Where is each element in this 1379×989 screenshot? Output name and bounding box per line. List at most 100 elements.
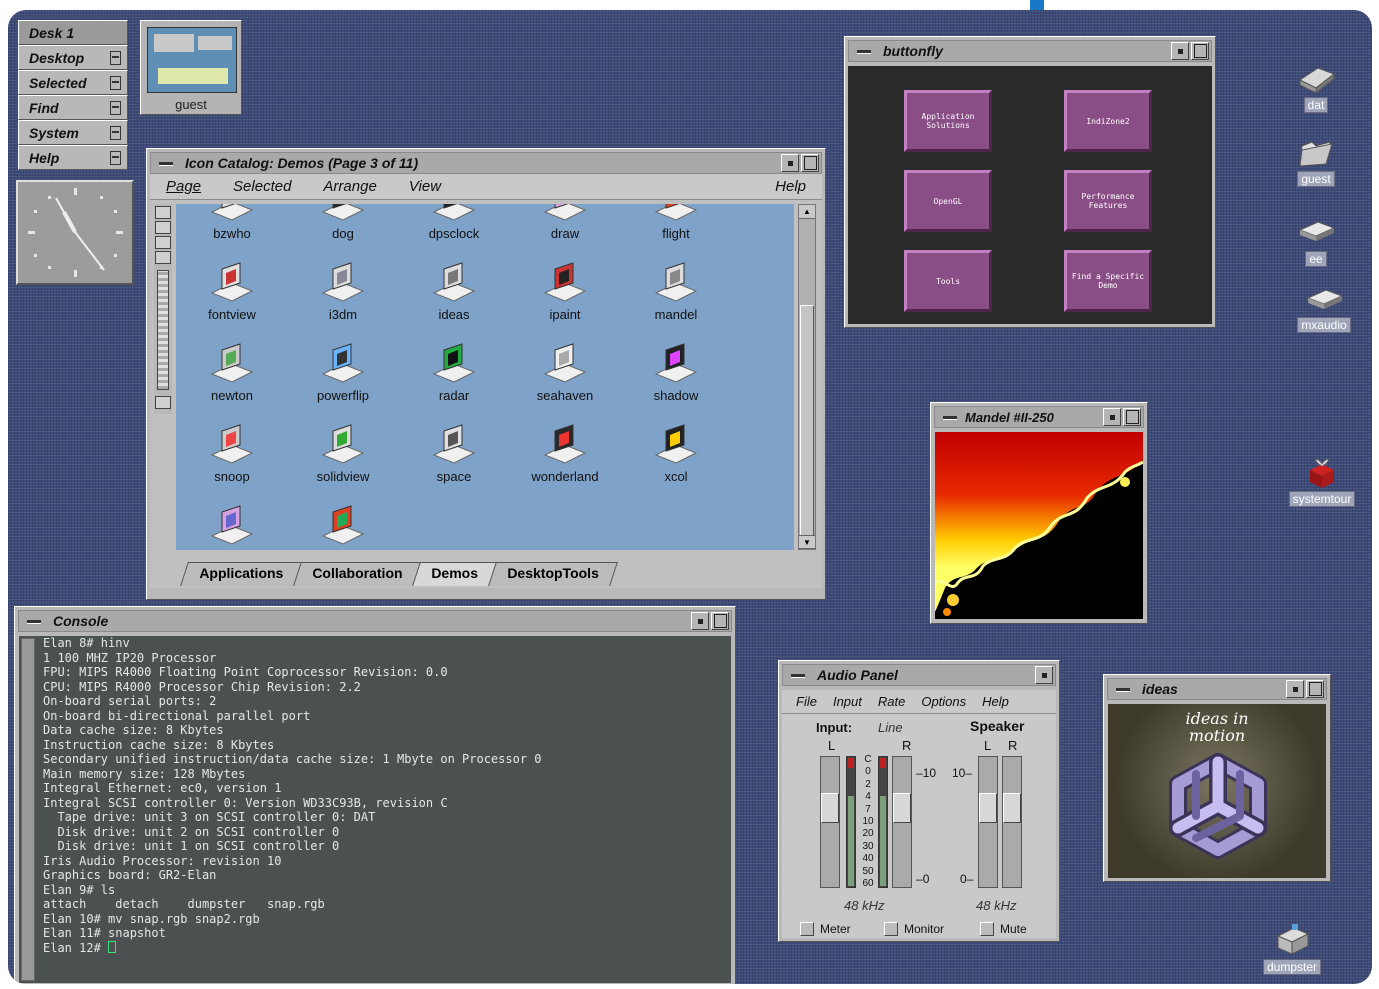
catalog-icon-newton[interactable]: newton xyxy=(182,340,282,403)
mandel-titlebar[interactable]: Mandel #II-250 xyxy=(934,406,1144,428)
slider-knob[interactable] xyxy=(821,793,839,823)
buttonfly-tools-button[interactable]: Tools xyxy=(904,250,992,312)
window-menu-icon[interactable] xyxy=(787,667,809,683)
catalog-tool-icon[interactable] xyxy=(155,221,171,234)
desktop-icon-dumpster[interactable]: dumpster xyxy=(1252,922,1332,976)
audio-menu-file[interactable]: File xyxy=(796,694,817,709)
audio-panel-titlebar[interactable]: Audio Panel xyxy=(782,664,1056,686)
menu-arrange[interactable]: Arrange xyxy=(323,178,376,195)
speaker-right-slider[interactable] xyxy=(1002,756,1022,888)
catalog-icon-radar[interactable]: radar xyxy=(404,340,504,403)
maximize-button[interactable] xyxy=(1191,42,1209,60)
mute-checkbox[interactable] xyxy=(980,922,994,936)
monitor-checkbox[interactable] xyxy=(884,922,898,936)
catalog-icon-xtalk[interactable]: xtalk xyxy=(293,502,393,550)
window-menu-icon[interactable] xyxy=(1112,681,1134,697)
catalog-scrollbar[interactable]: ▲ ▼ xyxy=(798,204,816,550)
catalog-size-slider[interactable] xyxy=(157,270,169,390)
catalog-tool-icon[interactable] xyxy=(155,396,171,409)
catalog-icon-xcol[interactable]: xcol xyxy=(626,421,726,484)
ideas-titlebar[interactable]: ideas xyxy=(1107,678,1327,700)
input-value[interactable]: Line xyxy=(878,720,903,735)
guest-desk-thumbnail[interactable]: guest xyxy=(140,20,242,115)
buttonfly-application-solutions-button[interactable]: Application Solutions xyxy=(904,90,992,152)
tab-demos[interactable]: Demos xyxy=(412,562,497,586)
minimize-button[interactable] xyxy=(1035,666,1053,684)
audio-menu-input[interactable]: Input xyxy=(833,694,862,709)
maximize-button[interactable] xyxy=(711,612,729,630)
scroll-down-icon[interactable]: ▼ xyxy=(799,535,815,549)
minimize-button[interactable] xyxy=(1171,42,1189,60)
menu-page[interactable]: Page xyxy=(166,178,201,195)
console-scrollbar[interactable] xyxy=(21,638,35,981)
desk-menu-find[interactable]: Find xyxy=(18,95,128,120)
window-menu-icon[interactable] xyxy=(853,43,875,59)
buttonfly-indizone2-button[interactable]: IndiZone2 xyxy=(1064,90,1152,152)
slider-knob[interactable] xyxy=(979,793,997,823)
catalog-icon-ipaint[interactable]: ipaint xyxy=(515,259,615,322)
catalog-tool-icon[interactable] xyxy=(155,206,171,219)
minimize-button[interactable] xyxy=(1103,408,1121,426)
buttonfly-find-demo-button[interactable]: Find a Specific Demo xyxy=(1064,250,1152,312)
meter-checkbox[interactable] xyxy=(800,922,814,936)
catalog-icon-shadow[interactable]: shadow xyxy=(626,340,726,403)
desktop-icon-systemtour[interactable]: systemtour xyxy=(1282,454,1362,508)
tab-applications[interactable]: Applications xyxy=(180,562,302,586)
catalog-icon-solidview[interactable]: solidview xyxy=(293,421,393,484)
catalog-icon-xmj[interactable]: xmj xyxy=(182,502,282,550)
catalog-icon-powerflip[interactable]: powerflip xyxy=(293,340,393,403)
speaker-left-slider[interactable] xyxy=(978,756,998,888)
desk-menu-header[interactable]: Desk 1 xyxy=(18,20,128,45)
menu-view[interactable]: View xyxy=(409,178,441,195)
buttonfly-titlebar[interactable]: buttonfly xyxy=(848,40,1212,62)
catalog-tool-icon[interactable] xyxy=(155,251,171,264)
desktop-icon-ee[interactable]: ee xyxy=(1276,214,1356,268)
menu-selected[interactable]: Selected xyxy=(233,178,291,195)
slider-knob[interactable] xyxy=(893,793,911,823)
menu-help[interactable]: Help xyxy=(775,178,806,195)
input-right-slider[interactable] xyxy=(892,756,912,888)
audio-menu-help[interactable]: Help xyxy=(982,694,1009,709)
tab-desktoptools[interactable]: DesktopTools xyxy=(488,562,618,586)
icon-catalog-titlebar[interactable]: Icon Catalog: Demos (Page 3 of 11) xyxy=(150,152,822,174)
input-left-slider[interactable] xyxy=(820,756,840,888)
desk-menu-help[interactable]: Help xyxy=(18,145,128,170)
minimize-button[interactable] xyxy=(1286,680,1304,698)
maximize-button[interactable] xyxy=(801,154,819,172)
window-menu-icon[interactable] xyxy=(939,409,961,425)
slider-knob[interactable] xyxy=(1003,793,1021,823)
tab-collaboration[interactable]: Collaboration xyxy=(293,562,422,586)
maximize-button[interactable] xyxy=(1123,408,1141,426)
audio-menu-rate[interactable]: Rate xyxy=(878,694,905,709)
buttonfly-performance-features-button[interactable]: Performance Features xyxy=(1064,170,1152,232)
buttonfly-opengl-button[interactable]: OpenGL xyxy=(904,170,992,232)
catalog-tool-icon[interactable] xyxy=(155,236,171,249)
console-titlebar[interactable]: Console xyxy=(18,610,732,632)
maximize-button[interactable] xyxy=(1306,680,1324,698)
console-terminal[interactable]: Elan 8# hinv 1 100 MHZ IP20 Processor FP… xyxy=(19,636,731,983)
catalog-icon-flight[interactable]: flight xyxy=(626,204,726,241)
desktop-icon-mxaudio[interactable]: mxaudio xyxy=(1284,280,1364,334)
window-menu-icon[interactable] xyxy=(155,155,177,171)
catalog-icon-fontview[interactable]: fontview xyxy=(182,259,282,322)
window-menu-icon[interactable] xyxy=(23,613,45,629)
desk-menu-system[interactable]: System xyxy=(18,120,128,145)
catalog-icon-draw[interactable]: draw xyxy=(515,204,615,241)
catalog-icon-seahaven[interactable]: seahaven xyxy=(515,340,615,403)
minimize-button[interactable] xyxy=(781,154,799,172)
desktop-icon-dat[interactable]: dat xyxy=(1276,60,1356,114)
desk-menu-desktop[interactable]: Desktop xyxy=(18,45,128,70)
catalog-icon-i3dm[interactable]: i3dm xyxy=(293,259,393,322)
catalog-icon-snoop[interactable]: snoop xyxy=(182,421,282,484)
catalog-icon-bzwho[interactable]: bzwho xyxy=(182,204,282,241)
catalog-icon-wonderland[interactable]: wonderland xyxy=(515,421,615,484)
desktop-icon-guest[interactable]: guest xyxy=(1276,134,1356,188)
catalog-icon-space[interactable]: space xyxy=(404,421,504,484)
catalog-icon-dpsclock[interactable]: dpsclock xyxy=(404,204,504,241)
scroll-up-icon[interactable]: ▲ xyxy=(799,205,815,219)
catalog-icon-ideas[interactable]: ideas xyxy=(404,259,504,322)
catalog-icon-dog[interactable]: dog xyxy=(293,204,393,241)
audio-menu-options[interactable]: Options xyxy=(921,694,966,709)
minimize-button[interactable] xyxy=(691,612,709,630)
scroll-thumb[interactable] xyxy=(800,305,814,537)
